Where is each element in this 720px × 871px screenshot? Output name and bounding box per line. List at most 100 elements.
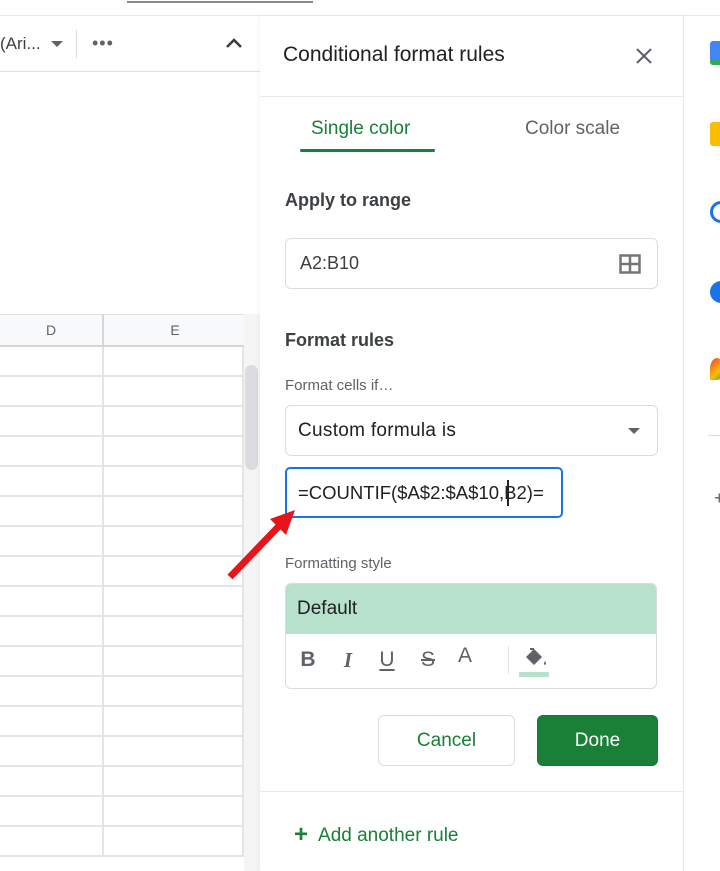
formatting-style-box: Default B I U S A — [285, 583, 657, 689]
grid-cell[interactable] — [106, 557, 244, 585]
more-options-icon[interactable]: ••• — [92, 33, 114, 54]
spreadsheet-area: (Ari... ••• D E — [0, 16, 260, 871]
underline-icon[interactable]: U — [375, 648, 399, 672]
grid-row — [0, 347, 244, 377]
grid-cell[interactable] — [106, 587, 244, 615]
grid-cell[interactable] — [106, 377, 244, 405]
font-family-select[interactable]: (Ari... — [0, 34, 41, 54]
apply-to-range-label: Apply to range — [285, 190, 412, 210]
grid-row — [0, 767, 244, 797]
grid-row — [0, 677, 244, 707]
conditional-format-panel: Conditional format rules Single color Co… — [260, 16, 684, 871]
column-header-d[interactable]: D — [0, 315, 104, 346]
grid-row — [0, 467, 244, 497]
tabs: Single color Color scale — [260, 98, 684, 158]
grid-row — [0, 557, 244, 587]
grid-cell[interactable] — [106, 527, 244, 555]
vertical-scrollbar-thumb[interactable] — [245, 365, 258, 470]
grid-row — [0, 587, 244, 617]
strikethrough-icon[interactable]: S — [416, 648, 440, 672]
tasks-icon[interactable] — [710, 201, 720, 223]
grid-row — [0, 827, 244, 857]
toolbar-divider — [76, 30, 77, 58]
panel-header: Conditional format rules — [260, 16, 684, 97]
style-preview[interactable]: Default — [286, 584, 656, 634]
grid-cell[interactable] — [106, 437, 244, 465]
column-header-row: D E — [0, 314, 244, 347]
font-dropdown-caret-icon[interactable] — [51, 41, 63, 47]
grid-cell[interactable] — [0, 407, 104, 435]
add-rule-label: Add another rule — [318, 825, 459, 846]
grid-cell[interactable] — [0, 437, 104, 465]
grid-cell[interactable] — [106, 677, 244, 705]
grid-cell[interactable] — [106, 617, 244, 645]
bold-icon[interactable]: B — [296, 648, 320, 672]
grid-cell[interactable] — [106, 797, 244, 825]
grid-row — [0, 617, 244, 647]
tab-single-color[interactable]: Single color — [311, 118, 410, 140]
range-input[interactable]: A2:B10 — [285, 238, 658, 289]
grid-cell[interactable] — [0, 647, 104, 675]
sheet-toolbar: (Ari... ••• — [0, 16, 260, 72]
grid-cell[interactable] — [0, 617, 104, 645]
grid-row — [0, 377, 244, 407]
cancel-button[interactable]: Cancel — [378, 715, 515, 766]
grid-row — [0, 437, 244, 467]
grid-cell[interactable] — [0, 377, 104, 405]
top-strip — [0, 0, 720, 16]
grid-cell[interactable] — [0, 707, 104, 735]
close-icon[interactable] — [632, 44, 656, 68]
panel-title: Conditional format rules — [283, 43, 505, 66]
grid-cell[interactable] — [0, 497, 104, 525]
column-header-e[interactable]: E — [106, 315, 244, 346]
condition-value: Custom formula is — [298, 420, 457, 441]
active-tab-indicator — [300, 149, 435, 152]
grid-row — [0, 647, 244, 677]
grid-cell[interactable] — [0, 677, 104, 705]
tab-color-scale[interactable]: Color scale — [525, 118, 620, 140]
grid-cell[interactable] — [106, 467, 244, 495]
grid-cell[interactable] — [106, 647, 244, 675]
grid-cell[interactable] — [0, 737, 104, 765]
add-another-rule-button[interactable]: + Add another rule — [294, 820, 459, 848]
text-color-icon[interactable]: A — [453, 644, 477, 668]
grid-cell[interactable] — [106, 737, 244, 765]
plus-icon: + — [294, 821, 309, 848]
cell-grid — [0, 347, 244, 871]
grid-cell[interactable] — [106, 767, 244, 795]
select-range-grid-icon[interactable] — [619, 254, 641, 274]
get-addons-plus-icon[interactable]: + — [714, 488, 720, 509]
contacts-icon[interactable] — [710, 281, 720, 303]
italic-icon[interactable]: I — [336, 648, 360, 672]
grid-cell[interactable] — [0, 767, 104, 795]
range-value: A2:B10 — [300, 253, 360, 273]
custom-formula-input[interactable]: =COUNTIF($A$2:$A$10,B2)= — [285, 467, 563, 518]
grid-cell[interactable] — [106, 827, 244, 855]
grid-cell[interactable] — [106, 347, 244, 375]
grid-cell[interactable] — [0, 527, 104, 555]
grid-cell[interactable] — [106, 707, 244, 735]
grid-cell[interactable] — [0, 827, 104, 855]
maps-icon[interactable] — [710, 358, 720, 380]
formatting-style-label: Formatting style — [285, 555, 392, 572]
grid-row — [0, 527, 244, 557]
top-underline — [127, 1, 313, 3]
calendar-icon[interactable] — [710, 41, 720, 65]
side-panel-rail: + — [684, 16, 720, 871]
done-button[interactable]: Done — [537, 715, 658, 766]
grid-cell[interactable] — [0, 797, 104, 825]
keep-icon[interactable] — [710, 122, 720, 146]
style-preview-text: Default — [297, 598, 358, 619]
grid-row — [0, 707, 244, 737]
grid-cell[interactable] — [106, 497, 244, 525]
fill-color-icon[interactable] — [520, 644, 552, 674]
grid-cell[interactable] — [0, 587, 104, 615]
grid-cell[interactable] — [0, 557, 104, 585]
grid-cell[interactable] — [0, 467, 104, 495]
grid-cell[interactable] — [106, 407, 244, 435]
format-cells-if-label: Format cells if… — [285, 377, 394, 394]
condition-select[interactable]: Custom formula is — [285, 405, 658, 456]
grid-cell[interactable] — [0, 347, 104, 375]
tools-divider — [508, 646, 509, 674]
collapse-toolbar-chevron-icon[interactable] — [225, 36, 243, 50]
